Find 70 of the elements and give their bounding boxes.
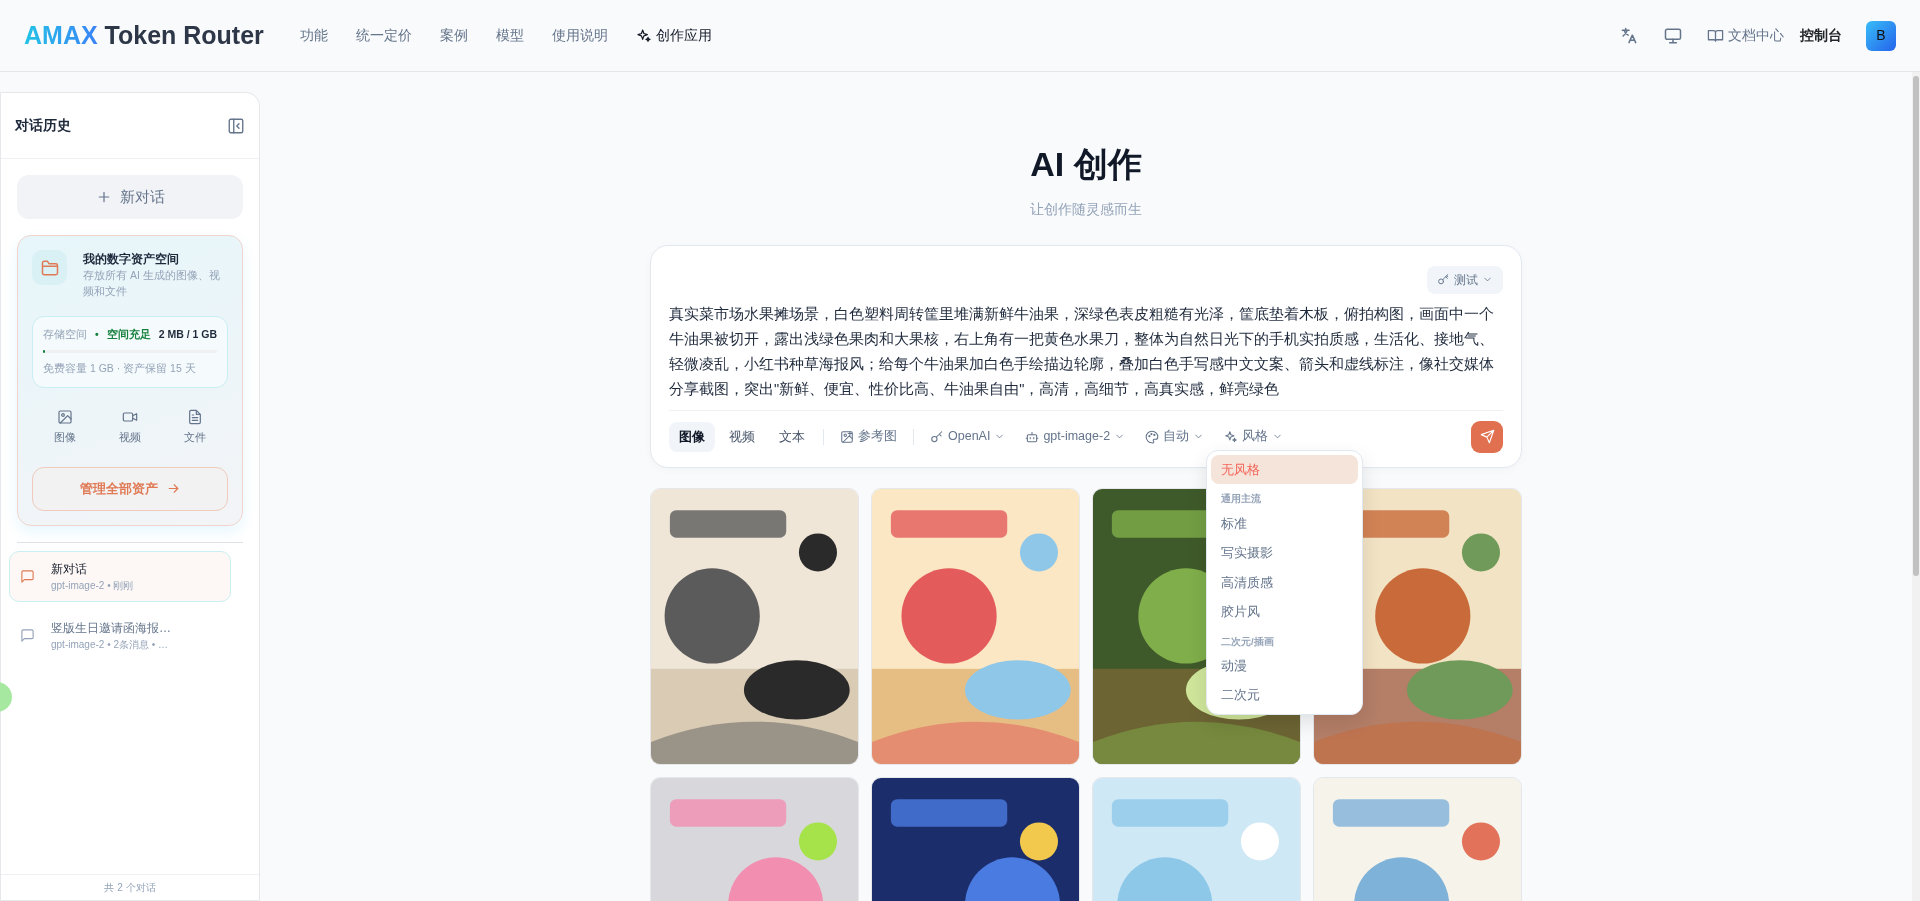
prompt-field[interactable]: 真实菜市场水果摊场景，白色塑料周转筐里堆满新鲜牛油果，深绿色表皮粗糙有光泽，筐底垫着木板，俯拍构图，画面中一个牛油果被切开，露出浅绿色果肉和大果核，右上角有一把黄色水果刀，整体为自然日光下的手机实拍质感，生活化、接地气、轻微凌乱，小红书种草海报风；给每个牛油果加白色手绘描边轮廓，叠加白色手写感中文文案、箭头和虚线标注，像社交媒体分享截图，突出"新鲜、便宜、性价比高、牛油果自由"，高清，高细节，高真实感，鲜亮绿色 [669,301,1503,402]
storage-status: 空间充足 [106,326,151,342]
send-icon [1479,429,1495,445]
folder-icon [32,250,67,285]
asset-shortcut[interactable]: 图像 [48,404,81,451]
nav-link[interactable]: 创作应用 [623,21,724,50]
chat-bubble-icon [20,627,35,643]
conversation-meta: gpt-image-2 • 2条消息 • … [51,637,170,652]
sparkle-icon [635,27,652,44]
menu-group-label: 通用主流 [1220,492,1262,507]
nav-link[interactable]: 模型 [483,21,536,50]
sidebar-title: 对话历史 [15,116,71,135]
model-selector[interactable]: gpt-image-2 [1017,423,1134,451]
mode-tab[interactable]: 图像 [669,422,715,452]
palette-selector[interactable]: 自动 [1137,423,1213,451]
conversation-meta: gpt-image-2 • 刚刚 [51,578,134,593]
user-avatar[interactable]: B [1866,20,1896,51]
asset-description: 存放所有 AI 生成的图像、视频和文件 [83,268,221,299]
document-icon [187,409,204,425]
video-camera-icon [122,409,138,425]
new-chat-button[interactable]: 新对话 [17,175,243,219]
sparkle-icon [1224,429,1239,444]
translate-icon[interactable] [1619,25,1639,46]
nav-link[interactable]: 案例 [427,21,480,50]
logo[interactable]: AMAX Token Router [24,16,264,55]
storage-label: 存储空间 [43,326,87,342]
robot-icon [1025,429,1040,444]
separator-dot: • [95,326,99,342]
key-icon [930,429,944,444]
key-selector[interactable]: 测试 [1427,265,1503,294]
provider-selector[interactable]: OpenAI [922,423,1014,451]
asset-shortcut[interactable]: 视频 [114,404,146,451]
reference-image-button[interactable]: 参考图 [832,423,905,451]
storage-note: 免费容量 1 GB · 资产保留 15 天 [43,361,197,377]
menu-item[interactable]: 标准 [1211,508,1358,539]
conversation-title: 竖版生日邀请函海报… [51,619,171,637]
sidebar-collapse-icon[interactable] [227,116,245,135]
style-selector[interactable]: 风格 [1216,423,1292,451]
page-title: AI 创作 [1029,144,1143,185]
conversation-title: 新对话 [51,560,88,578]
conversation-count: 共 2 个对话 [104,881,156,895]
palette-icon [1145,429,1160,444]
menu-item[interactable]: 高清质感 [1211,567,1358,598]
image-add-icon [840,429,854,444]
manage-assets-button[interactable]: 管理全部资产 [32,466,228,511]
asset-shortcut[interactable]: 文件 [179,404,212,451]
arrow-right-icon [165,481,181,496]
menu-item[interactable]: 写实摄影 [1211,538,1358,568]
menu-item[interactable]: 胶片风 [1211,597,1358,627]
conversation-item[interactable]: 新对话 gpt-image-2 • 刚刚 [9,550,231,602]
image-icon [56,409,73,425]
book-icon [1707,27,1724,44]
docs-link[interactable]: 文档中心 [1707,25,1784,46]
asset-title: 我的数字资产空间 [83,251,180,268]
storage-usage: 2 MB / 1 GB [158,326,217,342]
menu-item[interactable]: 二次元 [1211,680,1358,710]
send-button[interactable] [1471,420,1503,453]
scrollbar-thumb[interactable] [1913,76,1919,576]
menu-item[interactable]: 动漫 [1211,650,1358,681]
menu-group-label: 二次元/插画 [1220,634,1275,649]
mode-tab[interactable]: 文本 [769,422,815,452]
mode-tab[interactable]: 视频 [719,422,765,452]
conversation-item[interactable]: 竖版生日邀请函海报… gpt-image-2 • 2条消息 • … [9,609,231,661]
chat-bubble-icon [20,568,35,584]
nav-link[interactable]: 功能 [287,21,340,50]
page-subtitle: 让创作随灵感而生 [1029,199,1143,219]
nav-link[interactable]: 使用说明 [539,21,620,50]
nav-link[interactable]: 统一定价 [343,21,424,50]
console-link[interactable]: 控制台 [1800,25,1842,46]
key-icon [1437,273,1450,287]
